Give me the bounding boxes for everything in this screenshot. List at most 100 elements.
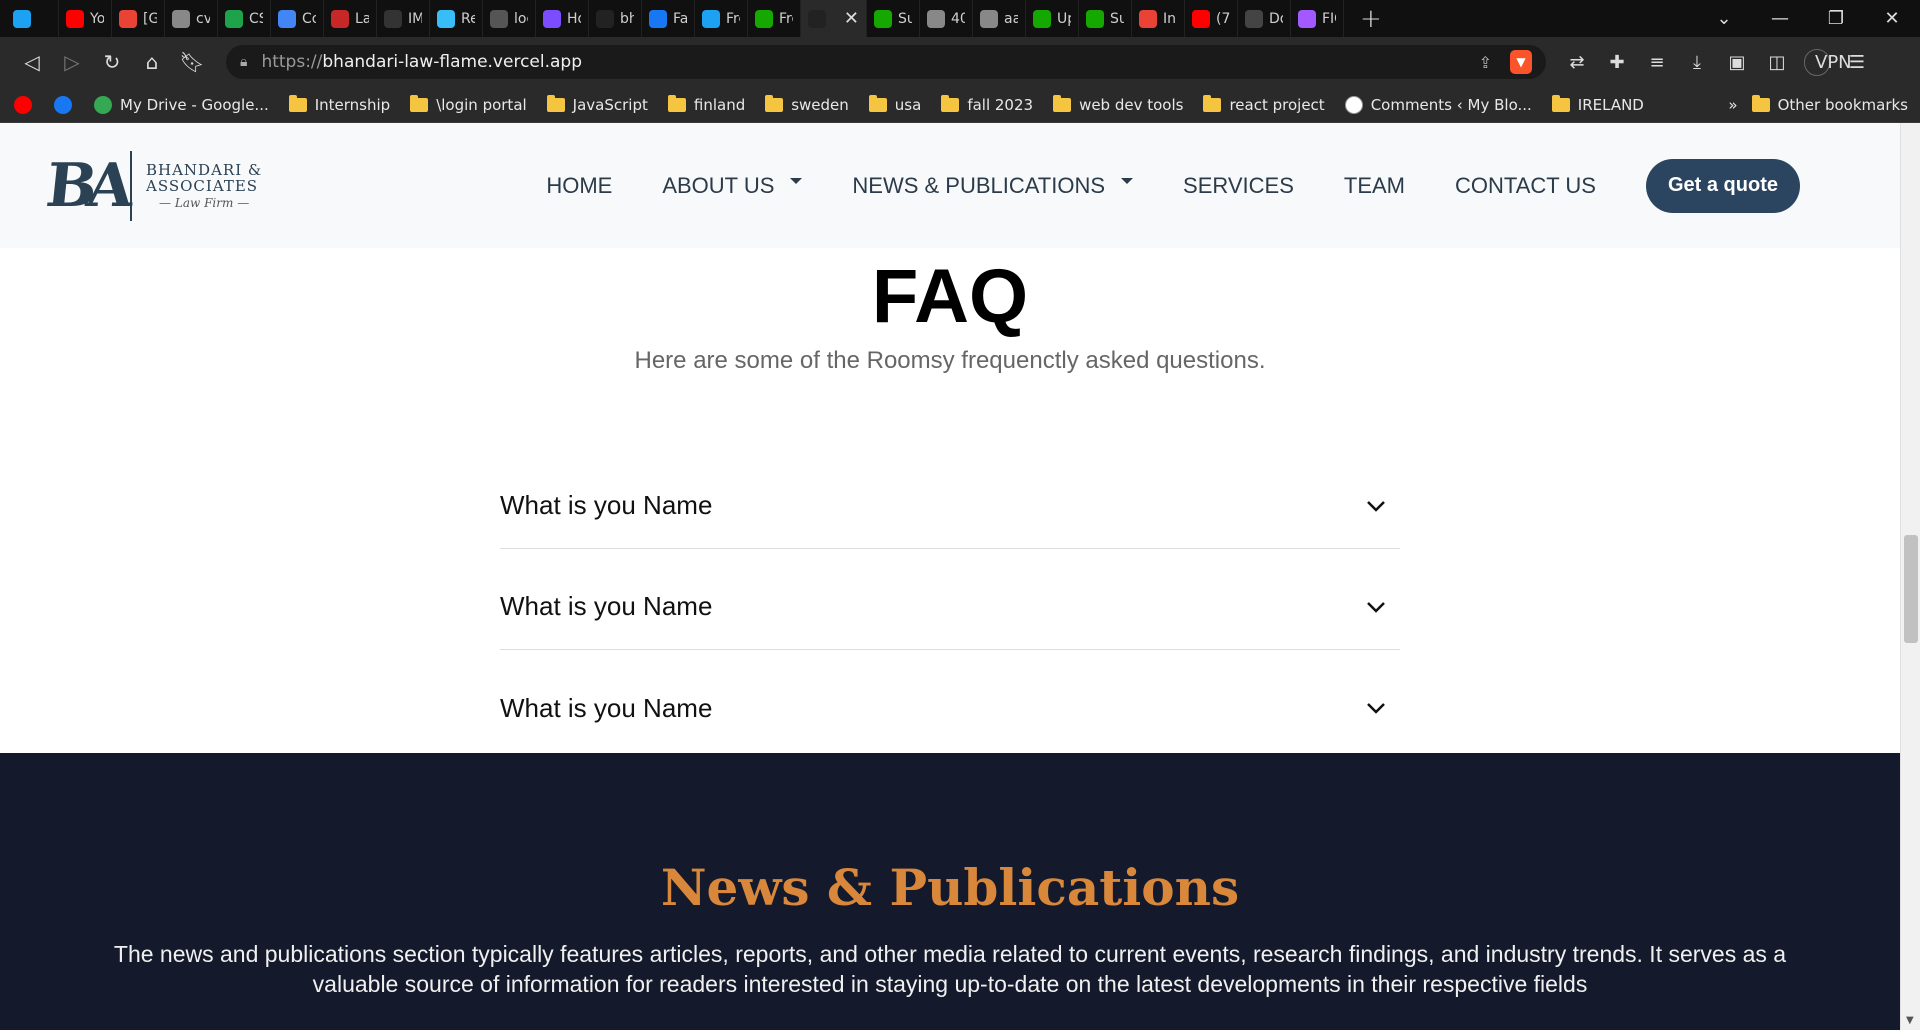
browser-tab[interactable]: Fac: [642, 0, 695, 37]
browser-tab[interactable]: Sub: [867, 0, 920, 37]
bookmark-icon[interactable]: 🔖︎: [172, 42, 212, 82]
faq-item[interactable]: What is you Name: [500, 650, 1400, 751]
browser-tab[interactable]: Res: [430, 0, 483, 37]
bookmark-item[interactable]: [14, 95, 40, 114]
minimize-icon[interactable]: —: [1752, 8, 1808, 29]
restore-icon[interactable]: ❐: [1808, 8, 1864, 29]
downloads-icon[interactable]: ⤓: [1684, 52, 1710, 73]
bookmark-item[interactable]: [54, 95, 80, 114]
bookmark-item[interactable]: \login portal: [410, 94, 527, 114]
browser-tab[interactable]: You: [59, 0, 112, 37]
web-page: BA BHANDARI & ASSOCIATES — Law Firm — HO…: [0, 123, 1920, 1030]
nav-team[interactable]: TEAM: [1344, 173, 1405, 199]
browser-tab[interactable]: FIG: [1291, 0, 1344, 37]
bookmark-item[interactable]: web dev tools: [1053, 94, 1183, 114]
tailwind-icon: [437, 9, 455, 28]
folder-icon: [288, 94, 307, 112]
tab-title: Fre: [779, 10, 793, 27]
bookmark-label: \login portal: [436, 95, 527, 114]
address-bar[interactable]: 🔒︎ https:// bhandari-law-flame.vercel.ap…: [226, 45, 1546, 79]
sidebar-icon[interactable]: ▣: [1724, 52, 1750, 73]
tab-title: cv.p: [196, 10, 210, 27]
lock-icon[interactable]: 🔒︎: [240, 54, 247, 70]
translate-icon[interactable]: ⇄: [1564, 52, 1590, 73]
logo-line-1: BHANDARI &: [146, 160, 263, 179]
nav-services[interactable]: SERVICES: [1183, 173, 1294, 199]
tab-title: IMF: [408, 10, 422, 27]
close-window-icon[interactable]: ✕: [1864, 8, 1920, 29]
browser-tab[interactable]: (72: [1185, 0, 1238, 37]
wallet-icon[interactable]: ◫: [1764, 52, 1790, 73]
page-scrollbar[interactable]: ▼: [1900, 123, 1920, 1030]
chevron-down-icon[interactable]: [1362, 492, 1390, 520]
bookmark-item[interactable]: IRELAND: [1551, 94, 1644, 114]
nav-contact[interactable]: CONTACT US: [1455, 173, 1596, 199]
extensions-puzzle-icon[interactable]: ✚: [1604, 52, 1630, 73]
tab-title: bha: [620, 10, 634, 27]
browser-tab[interactable]: IMF: [377, 0, 430, 37]
bookmark-item[interactable]: finland: [667, 94, 745, 114]
browser-tab[interactable]: Fre: [695, 0, 748, 37]
browser-tab[interactable]: Hov: [536, 0, 589, 37]
browser-tab[interactable]: Sub: [1079, 0, 1132, 37]
nav-about[interactable]: ABOUT US: [662, 173, 803, 199]
browser-tab[interactable]: Fre: [748, 0, 801, 37]
browser-tab[interactable]: Up: [1026, 0, 1079, 37]
bookmark-label: JavaScript: [572, 95, 648, 114]
back-icon[interactable]: ◁: [12, 42, 52, 82]
other-bookmarks[interactable]: Other bookmarks: [1751, 94, 1908, 114]
browser-tab[interactable]: [Git: [112, 0, 165, 37]
playlist-icon[interactable]: ≡: [1644, 52, 1670, 73]
chevron-down-icon[interactable]: [1362, 593, 1390, 621]
browser-tab[interactable]: ✕: [801, 0, 867, 37]
bookmark-item[interactable]: Comments ‹ My Blo...: [1344, 95, 1532, 114]
faq-item[interactable]: What is you Name: [500, 549, 1400, 650]
tab-search-icon[interactable]: ⌄: [1696, 8, 1752, 29]
get-quote-button[interactable]: Get a quote: [1646, 158, 1800, 213]
chevron-down-icon[interactable]: [1362, 694, 1390, 722]
tab-title: Res: [461, 10, 475, 27]
bookmark-item[interactable]: JavaScript: [546, 94, 648, 114]
reload-icon[interactable]: ↻: [92, 42, 132, 82]
browser-tab[interactable]: bha: [589, 0, 642, 37]
new-tab-button[interactable]: +: [1360, 4, 1382, 34]
bookmark-label: Comments ‹ My Blo...: [1370, 95, 1532, 114]
browser-tab[interactable]: Dov: [1238, 0, 1291, 37]
bookmark-item[interactable]: My Drive - Google...: [94, 95, 269, 114]
browser-tab[interactable]: [6, 0, 59, 37]
browser-tab[interactable]: CSS: [218, 0, 271, 37]
bookmark-item[interactable]: usa: [868, 94, 921, 114]
browser-tab[interactable]: Inb: [1132, 0, 1185, 37]
browser-tab[interactable]: loca: [483, 0, 536, 37]
bookmark-item[interactable]: fall 2023: [941, 94, 1033, 114]
nav-home[interactable]: HOME: [546, 173, 612, 199]
site-logo[interactable]: BA BHANDARI & ASSOCIATES — Law Firm —: [43, 145, 263, 227]
menu-icon[interactable]: ☰: [1844, 52, 1870, 73]
close-tab-icon[interactable]: ✕: [844, 8, 859, 29]
bookmark-label: sweden: [791, 95, 849, 114]
bookmark-item[interactable]: react project: [1203, 94, 1325, 114]
faq-item[interactable]: What is you Name: [500, 448, 1400, 549]
scrollbar-thumb[interactable]: [1904, 535, 1918, 643]
tab-title: [Git: [143, 10, 157, 27]
tab-title: Sub: [1110, 10, 1124, 27]
forward-icon[interactable]: ▷: [52, 42, 92, 82]
upwork-icon: [1033, 9, 1051, 28]
share-icon[interactable]: ⇪: [1479, 53, 1492, 72]
browser-tab[interactable]: Cop: [271, 0, 324, 37]
tab-title: Fac: [673, 10, 687, 27]
more-bookmarks-button[interactable]: »: [1728, 96, 1737, 114]
browser-tab[interactable]: 406: [920, 0, 973, 37]
brave-shields-icon[interactable]: ▼: [1510, 50, 1532, 74]
tab-list: You [Git cv.p CSS Cop Law IMF Res loca Hov bha Fac F…: [6, 0, 1344, 37]
browser-tab[interactable]: Law: [324, 0, 377, 37]
browser-tab[interactable]: cv.p: [165, 0, 218, 37]
browser-tab[interactable]: aa5: [973, 0, 1026, 37]
scroll-down-icon[interactable]: ▼: [1906, 1015, 1914, 1026]
home-icon[interactable]: ⌂: [132, 42, 172, 82]
bookmark-item[interactable]: sweden: [765, 94, 849, 114]
nav-news[interactable]: NEWS & PUBLICATIONS: [852, 173, 1134, 199]
bookmark-item[interactable]: Internship: [288, 94, 390, 114]
vpn-button[interactable]: VPN: [1804, 48, 1852, 76]
caret-down-icon: [790, 177, 803, 184]
